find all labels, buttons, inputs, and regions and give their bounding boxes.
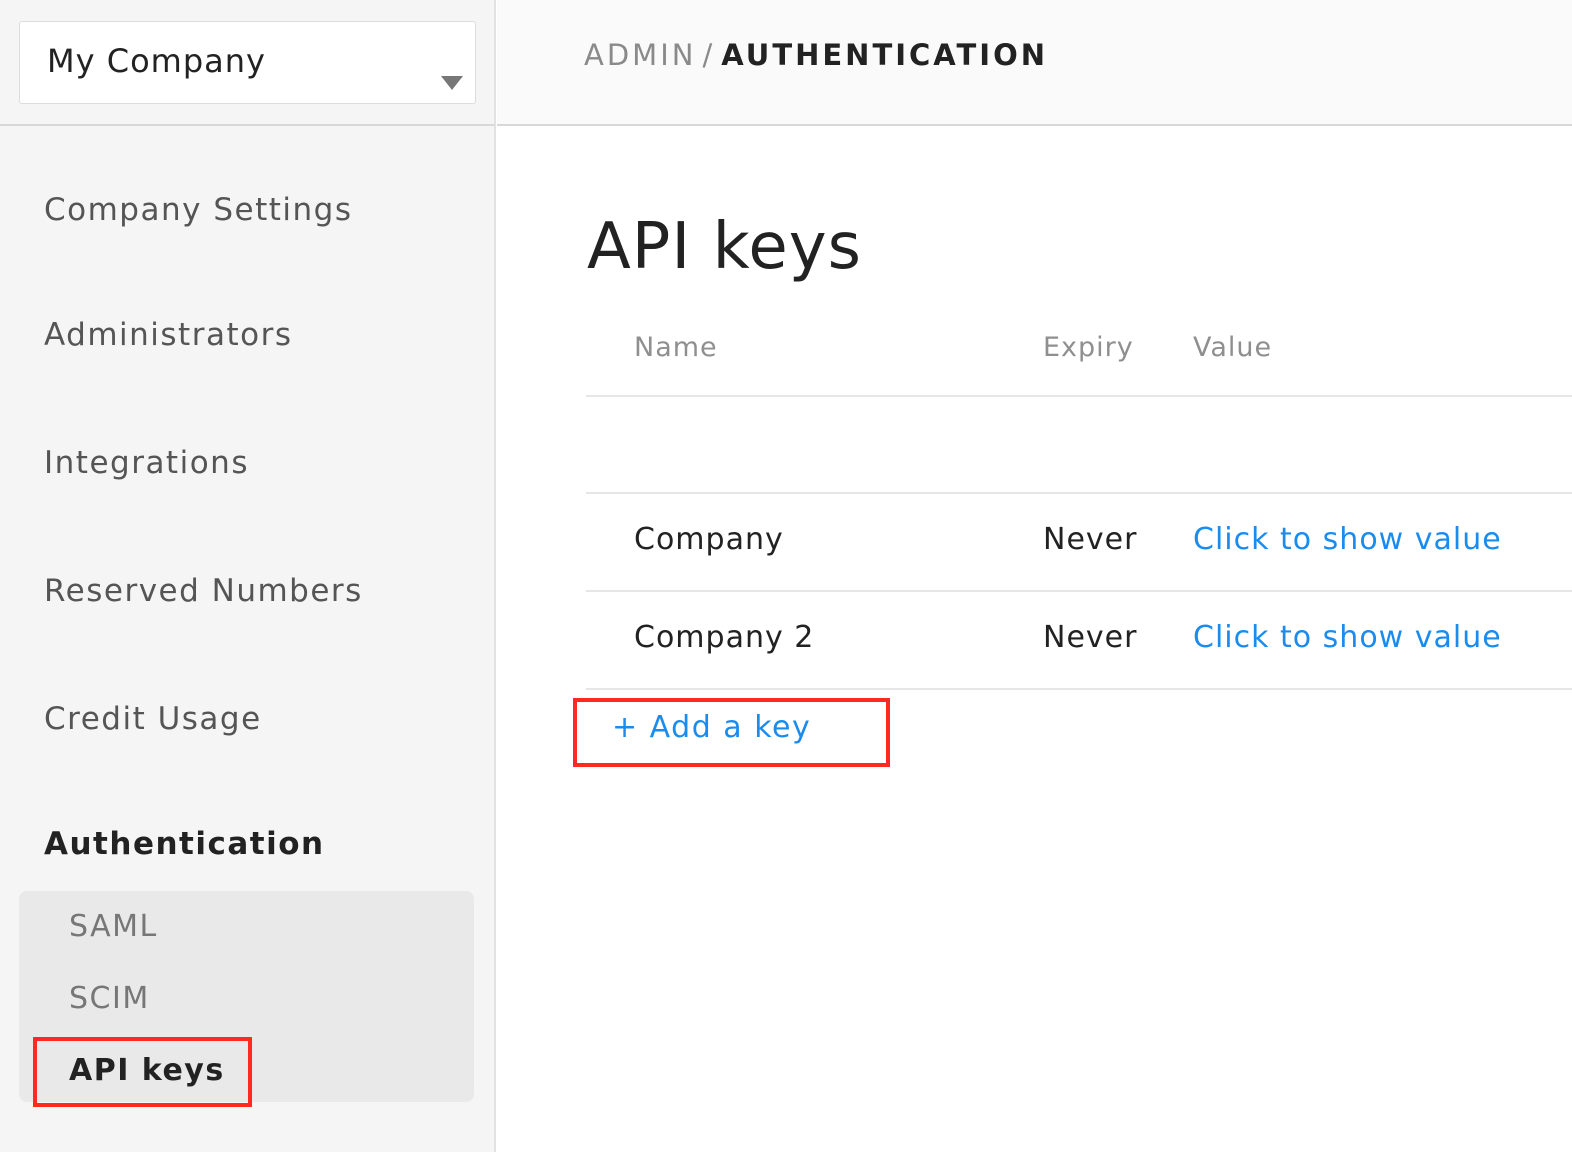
breadcrumb-authentication: AUTHENTICATION (721, 38, 1048, 72)
main-content: API keys Name Expiry Value Company Never… (497, 128, 1572, 1152)
add-key-button[interactable]: + Add a key (612, 710, 811, 745)
sidebar: My Company Company Settings Administrato… (0, 0, 496, 1152)
caret-down-icon (441, 76, 463, 90)
show-value-link[interactable]: Click to show value (1193, 522, 1502, 557)
table-divider (586, 590, 1572, 592)
company-selector[interactable]: My Company (19, 21, 476, 104)
show-value-link[interactable]: Click to show value (1193, 620, 1502, 655)
column-header-expiry: Expiry (1043, 332, 1134, 363)
sidebar-item-company-settings[interactable]: Company Settings (44, 192, 352, 228)
table-divider (586, 492, 1572, 494)
breadcrumb-separator: / (702, 38, 716, 72)
top-bar: ADMIN / AUTHENTICATION (497, 0, 1572, 126)
sidebar-item-integrations[interactable]: Integrations (44, 445, 249, 481)
subnav-item-api-keys[interactable]: API keys (69, 1053, 225, 1088)
subnav-item-scim[interactable]: SCIM (69, 981, 150, 1016)
subnav-item-saml[interactable]: SAML (69, 909, 158, 944)
breadcrumb: ADMIN / AUTHENTICATION (584, 38, 1048, 72)
page-title: API keys (587, 210, 862, 284)
sidebar-item-reserved-numbers[interactable]: Reserved Numbers (44, 573, 363, 609)
column-header-name: Name (634, 332, 718, 363)
table-divider (586, 688, 1572, 690)
sidebar-section-authentication[interactable]: Authentication (44, 826, 325, 862)
key-expiry: Never (1043, 620, 1138, 655)
key-name: Company 2 (634, 620, 815, 655)
key-name: Company (634, 522, 784, 557)
sidebar-header: My Company (0, 0, 494, 126)
table-divider (586, 395, 1572, 397)
column-header-value: Value (1193, 332, 1273, 363)
authentication-subnav: SAML SCIM API keys (19, 891, 474, 1102)
sidebar-item-credit-usage[interactable]: Credit Usage (44, 701, 262, 737)
key-expiry: Never (1043, 522, 1138, 557)
company-selector-value: My Company (47, 42, 266, 80)
sidebar-item-administrators[interactable]: Administrators (44, 317, 292, 353)
breadcrumb-admin[interactable]: ADMIN (584, 38, 696, 72)
